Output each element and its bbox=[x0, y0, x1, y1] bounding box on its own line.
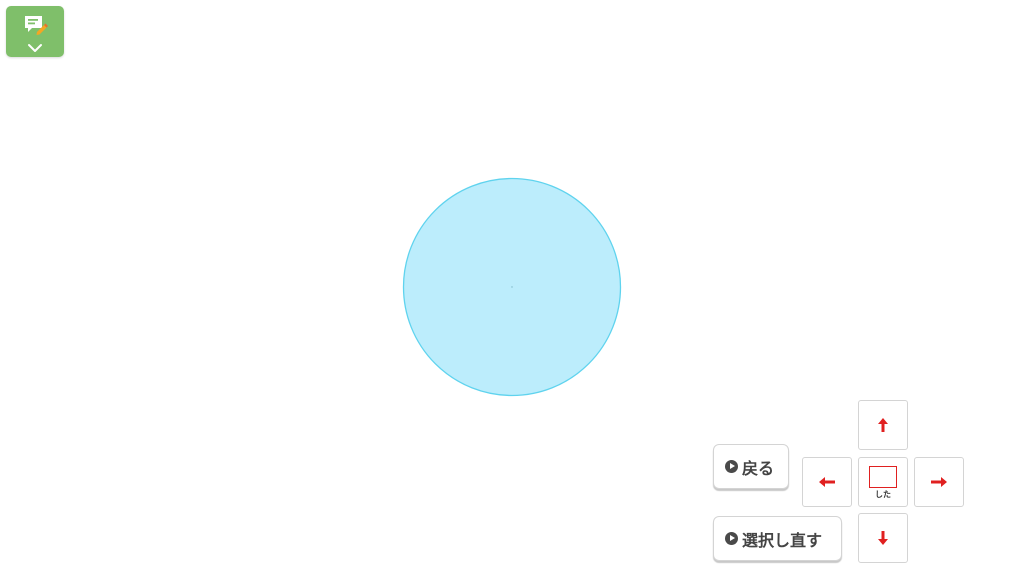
arrow-down-icon bbox=[878, 531, 888, 545]
play-circle-icon bbox=[725, 460, 738, 473]
back-button-label: 戻る bbox=[742, 458, 775, 478]
memo-edit-icon bbox=[25, 16, 48, 35]
reselect-button[interactable]: 選択し直す bbox=[713, 516, 842, 561]
move-down-button[interactable] bbox=[858, 513, 908, 563]
play-circle-icon bbox=[725, 532, 738, 545]
reselect-button-label: 選択し直す bbox=[742, 530, 823, 550]
chevron-down-icon bbox=[28, 44, 42, 52]
arrow-right-icon bbox=[931, 477, 947, 487]
menu-toggle-button[interactable] bbox=[6, 6, 64, 57]
center-button-label: した bbox=[875, 490, 891, 499]
circle-shape bbox=[402, 177, 622, 397]
app-stage: 戻る 選択し直す した bbox=[0, 0, 1024, 575]
arrow-up-icon bbox=[878, 418, 888, 432]
circle-center-point bbox=[511, 286, 513, 288]
arrow-left-icon bbox=[819, 477, 835, 487]
center-square-icon bbox=[869, 466, 897, 488]
move-up-button[interactable] bbox=[858, 400, 908, 450]
move-right-button[interactable] bbox=[914, 457, 964, 507]
move-left-button[interactable] bbox=[802, 457, 852, 507]
back-button[interactable]: 戻る bbox=[713, 444, 789, 489]
center-button[interactable]: した bbox=[858, 457, 908, 507]
